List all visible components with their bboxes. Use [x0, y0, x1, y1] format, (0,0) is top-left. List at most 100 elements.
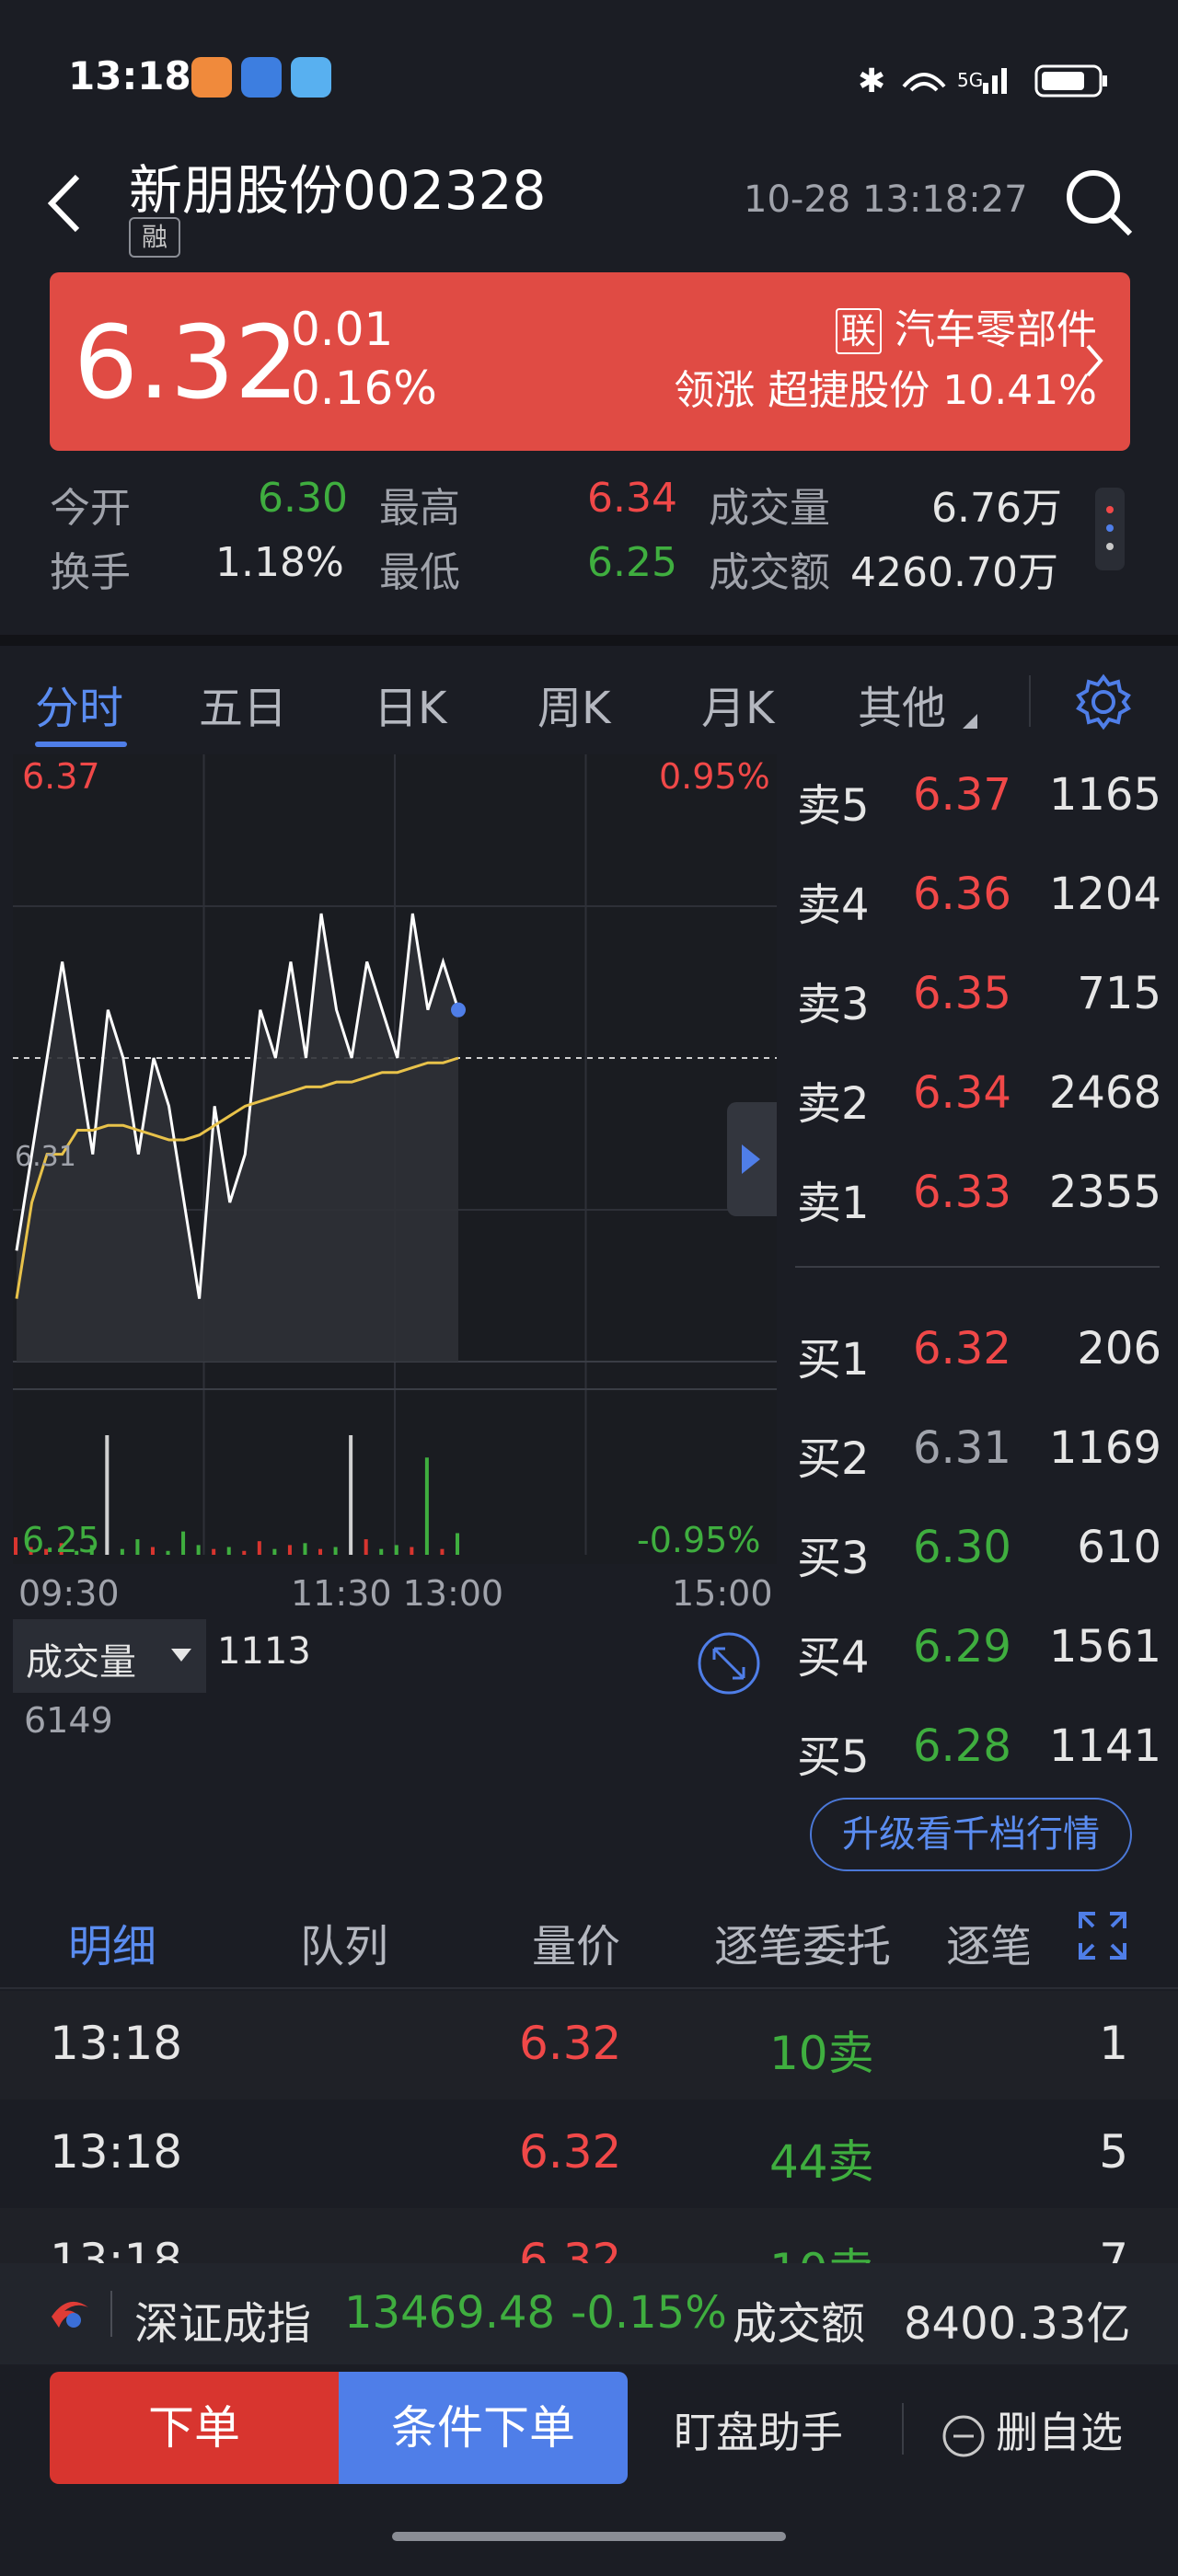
- high-value: 6.34: [587, 475, 677, 522]
- index-ticker-bar[interactable]: 深证成指 13469.48 -0.15% 成交额 8400.33亿: [0, 2263, 1178, 2364]
- weather-icon: [291, 57, 331, 98]
- back-icon[interactable]: [44, 171, 85, 236]
- time-label-noon: 11:30 13:00: [291, 1573, 504, 1614]
- fullscreen-icon[interactable]: [1077, 1910, 1128, 1961]
- dropdown-triangle-icon: [963, 714, 977, 729]
- pct-high-label: 0.95%: [659, 756, 770, 797]
- amount-label: 成交额: [709, 549, 830, 596]
- volume-bar: [212, 1548, 216, 1555]
- change-percent: 0.16%: [291, 362, 437, 415]
- tab-volume-price[interactable]: 量价: [532, 1910, 620, 1974]
- volume-bar: [120, 1548, 124, 1555]
- ask-row[interactable]: 卖2 6.34 2468: [793, 1067, 1161, 1141]
- bid-row[interactable]: 买2 6.31 1169: [793, 1422, 1161, 1496]
- tab-other[interactable]: 其他: [858, 672, 946, 736]
- sector-badge: 联: [835, 308, 882, 354]
- trade-row: 13:18 6.32 44卖 5: [0, 2099, 1178, 2208]
- tab-weekly-k[interactable]: 周K: [537, 672, 610, 736]
- bid-row[interactable]: 买1 6.32 206: [793, 1323, 1161, 1397]
- volume-max: 6149: [24, 1700, 113, 1741]
- volume-bar: [333, 1547, 338, 1555]
- tab-separator: [1029, 675, 1031, 727]
- intraday-chart[interactable]: [13, 754, 777, 1564]
- volume-bar: [424, 1457, 429, 1555]
- quote-datetime: 10-28 13:18:27: [744, 178, 1028, 221]
- volume-bar: [242, 1550, 247, 1555]
- volume-bar: [105, 1435, 110, 1555]
- status-bar: 13:18 ✱ 5G: [0, 0, 1178, 147]
- svg-text:5G: 5G: [957, 69, 983, 91]
- stock-code: 002328: [342, 159, 547, 222]
- settings-gear-icon[interactable]: [1075, 673, 1132, 730]
- turnover-label: 换手: [50, 549, 131, 596]
- volume-bar: [410, 1547, 414, 1555]
- orderbook-toggle[interactable]: [727, 1102, 777, 1216]
- time-label-open: 09:30: [18, 1573, 120, 1614]
- index-logo-icon: [52, 2301, 88, 2328]
- volume-bar: [303, 1543, 307, 1555]
- low-label: 最低: [379, 549, 460, 596]
- tab-tick-by-tick[interactable]: 逐笔: [946, 1910, 1029, 1974]
- volume-bar: [287, 1545, 292, 1555]
- stock-title: 新朋股份002328: [129, 147, 546, 224]
- sector-info[interactable]: 联 汽车零部件 领涨 超捷股份 10.41%: [674, 300, 1097, 421]
- expand-chart-icon[interactable]: [696, 1630, 762, 1696]
- bid-row[interactable]: 买4 6.29 1561: [793, 1621, 1161, 1695]
- index-name: 深证成指: [134, 2298, 312, 2350]
- ask-row[interactable]: 卖5 6.37 1165: [793, 769, 1161, 843]
- ask-row[interactable]: 卖4 6.36 1204: [793, 868, 1161, 942]
- quote-stats: 今开 6.30 最高 6.34 成交量 6.76万 换手 1.18% 最低 6.…: [50, 469, 1117, 607]
- tab-five-day[interactable]: 五日: [199, 672, 287, 736]
- system-status-icons: ✱ 5G: [858, 63, 1107, 99]
- search-icon[interactable]: [1062, 166, 1136, 239]
- price-area: [17, 914, 458, 1362]
- bid-row[interactable]: 买5 6.28 1141: [793, 1720, 1161, 1794]
- home-indicator[interactable]: [392, 2532, 786, 2541]
- bid-row[interactable]: 买3 6.30 610: [793, 1522, 1161, 1595]
- divider: [0, 635, 1178, 646]
- change-value: 0.01: [291, 303, 394, 356]
- volume-bar: [166, 1550, 170, 1555]
- more-menu-icon[interactable]: [1093, 488, 1126, 570]
- volume-bar: [226, 1547, 231, 1555]
- volume-bar: [14, 1536, 17, 1555]
- remove-watchlist-button[interactable]: 删自选: [941, 2399, 1123, 2460]
- status-time: 13:18: [68, 53, 191, 98]
- tab-detail[interactable]: 明细: [68, 1910, 156, 1974]
- volume-bar: [364, 1539, 368, 1555]
- ask-row[interactable]: 卖3 6.35 715: [793, 968, 1161, 1041]
- volume-bar: [394, 1545, 398, 1555]
- separator: [110, 2291, 112, 2337]
- trade-row: 13:18 6.32 10卖 7: [0, 2208, 1178, 2263]
- tab-order-entrust[interactable]: 逐笔委托: [714, 1910, 891, 1974]
- tab-intraday[interactable]: 分时: [35, 672, 123, 736]
- turnover-value: 1.18%: [215, 539, 344, 586]
- volume-selector[interactable]: 成交量: [13, 1619, 206, 1693]
- upgrade-depth-button[interactable]: 升级看千档行情: [810, 1798, 1132, 1871]
- open-label: 今开: [50, 485, 131, 532]
- chevron-right-icon: [742, 1144, 760, 1174]
- tab-queue[interactable]: 队列: [300, 1910, 388, 1974]
- volume-bar: [379, 1548, 384, 1555]
- tab-indicator: [35, 742, 127, 747]
- high-label: 最高: [379, 485, 460, 532]
- index-value: 13469.48: [344, 2287, 556, 2339]
- tab-daily-k[interactable]: 日K: [374, 672, 446, 736]
- ask-row[interactable]: 卖1 6.33 2355: [793, 1167, 1161, 1240]
- volume-bar: [440, 1548, 445, 1555]
- place-order-button[interactable]: 下单: [50, 2372, 339, 2484]
- minus-circle-icon: [942, 2415, 985, 2456]
- index-pct: -0.15%: [571, 2287, 727, 2339]
- open-value: 6.30: [258, 475, 348, 522]
- app-notification-icon: [191, 57, 232, 98]
- dropdown-icon: [171, 1649, 191, 1662]
- tab-monthly-k[interactable]: 月K: [701, 672, 774, 736]
- last-price: 6.32: [74, 304, 299, 421]
- chevron-right-icon[interactable]: [1084, 342, 1106, 379]
- volume-bar: [257, 1541, 261, 1555]
- index-amount-label: 成交额: [733, 2298, 866, 2350]
- price-low-label: 6.25: [22, 1520, 100, 1560]
- pct-low-label: -0.95%: [637, 1520, 761, 1560]
- conditional-order-button[interactable]: 条件下单: [339, 2372, 628, 2484]
- watch-assistant-button[interactable]: 盯盘助手: [674, 2399, 843, 2460]
